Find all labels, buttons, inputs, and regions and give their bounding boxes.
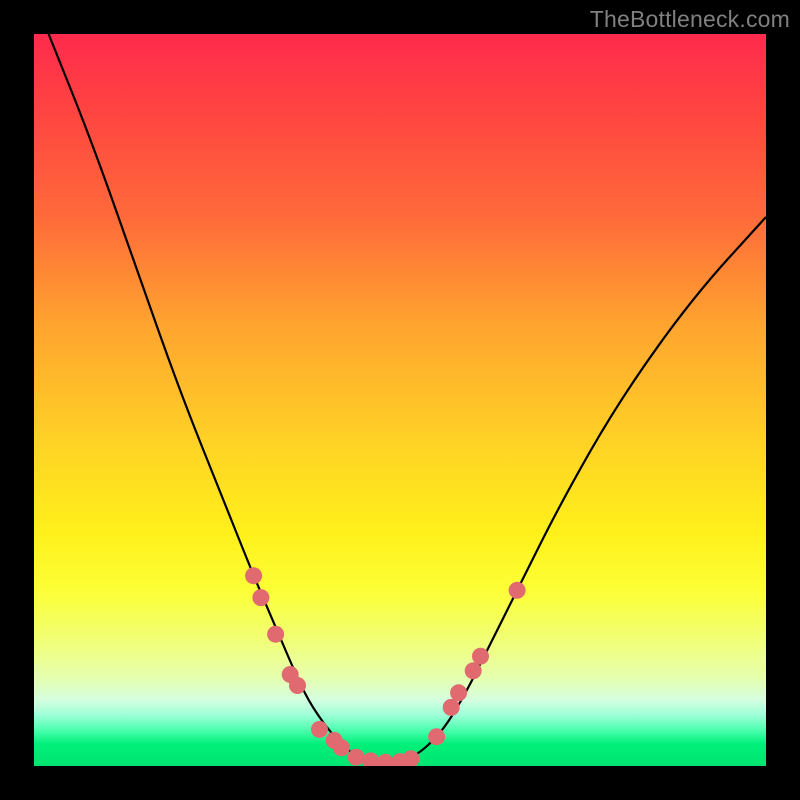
data-marker	[333, 739, 350, 756]
data-marker	[267, 626, 284, 643]
chart-frame: TheBottleneck.com	[0, 0, 800, 800]
bottleneck-curve	[49, 34, 766, 762]
data-marker	[348, 749, 365, 766]
data-marker	[465, 662, 482, 679]
plot-area	[34, 34, 766, 766]
data-marker	[377, 754, 394, 766]
data-marker	[509, 582, 526, 599]
data-marker	[252, 589, 269, 606]
data-marker	[245, 567, 262, 584]
data-marker	[428, 728, 445, 745]
data-marker	[311, 721, 328, 738]
data-marker	[472, 648, 489, 665]
data-marker	[289, 677, 306, 694]
watermark-text: TheBottleneck.com	[590, 6, 790, 33]
data-marker	[450, 684, 467, 701]
data-markers	[245, 567, 525, 766]
data-marker	[443, 699, 460, 716]
data-marker	[362, 752, 379, 766]
chart-svg	[34, 34, 766, 766]
